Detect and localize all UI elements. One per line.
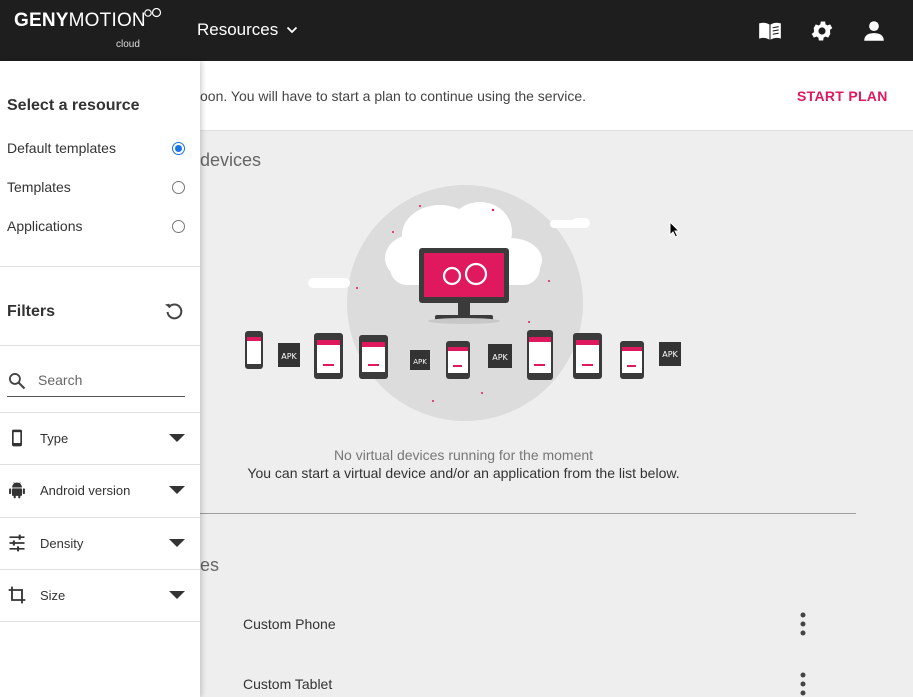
radio-button[interactable] <box>172 142 185 155</box>
logo-subtitle: cloud <box>116 39 140 50</box>
running-devices-title: devices <box>200 150 262 170</box>
crop-icon <box>8 586 26 604</box>
filter-label: Type <box>40 431 69 446</box>
logo-wordmark: GENYMOTION <box>14 10 146 31</box>
resources-menu-label: Resources <box>197 20 279 39</box>
reset-filters-icon[interactable] <box>163 300 185 322</box>
apk-file-label: APK <box>492 353 508 362</box>
filter-label: Density <box>40 536 84 551</box>
caret-down-icon <box>169 486 185 494</box>
sidebar-divider <box>0 621 200 622</box>
account-person-icon[interactable] <box>861 18 887 44</box>
radio-button[interactable] <box>172 220 185 233</box>
logo-oo-icon <box>144 8 162 18</box>
caret-down-icon <box>169 434 185 442</box>
apk-file-label: APK <box>413 358 427 366</box>
resource-option-templates[interactable]: Templates <box>7 177 187 199</box>
trial-banner: oon. You will have to start a plan to co… <box>200 61 913 131</box>
apk-file-label: APK <box>281 352 297 361</box>
tune-sliders-icon <box>9 534 25 552</box>
apk-file-label: APK <box>662 350 678 359</box>
search-field[interactable] <box>7 366 185 397</box>
caret-down-icon <box>169 591 185 599</box>
template-name: Custom Tablet <box>243 676 333 692</box>
template-row[interactable]: Custom Phone <box>200 604 856 644</box>
section-divider <box>200 513 856 514</box>
resource-option-default-templates[interactable]: Default templates <box>7 138 187 160</box>
sidebar-divider <box>0 345 200 346</box>
more-vert-icon[interactable] <box>797 610 809 638</box>
template-row[interactable]: Custom Tablet <box>200 664 856 697</box>
filter-type[interactable]: Type <box>0 413 200 465</box>
select-resource-heading: Select a resource <box>7 97 140 114</box>
banner-message: oon. You will have to start a plan to co… <box>200 88 587 104</box>
filter-size[interactable]: Size <box>0 570 200 622</box>
genymotion-logo[interactable]: GENYMOTION cloud <box>14 8 162 50</box>
top-bar: GENYMOTION cloud Resources <box>0 0 913 61</box>
caret-down-icon <box>169 539 185 547</box>
radio-button[interactable] <box>172 181 185 194</box>
resource-option-applications[interactable]: Applications <box>7 216 187 238</box>
resources-menu[interactable]: Resources <box>197 20 298 40</box>
filters-heading: Filters <box>7 303 56 320</box>
template-name: Custom Phone <box>243 616 336 632</box>
start-plan-button[interactable]: START PLAN <box>797 88 888 104</box>
no-devices-illustration: APK APK APK APK <box>245 185 681 421</box>
android-icon <box>9 482 25 499</box>
filter-label: Size <box>40 588 66 603</box>
more-vert-icon[interactable] <box>797 670 809 697</box>
search-input[interactable] <box>38 370 183 390</box>
filter-sidebar: Select a resource Default templates Temp… <box>0 61 200 697</box>
settings-gear-icon[interactable] <box>809 18 835 44</box>
filter-android-version[interactable]: Android version <box>0 465 200 517</box>
templates-title: es <box>200 555 220 575</box>
phone-icon <box>12 429 22 447</box>
resource-option-label: Applications <box>7 218 83 234</box>
filter-label: Android version <box>40 483 131 498</box>
filter-density[interactable]: Density <box>0 518 200 570</box>
resource-option-label: Templates <box>7 179 71 195</box>
chevron-down-icon <box>287 26 298 34</box>
mouse-cursor-icon <box>669 221 681 238</box>
search-icon <box>9 373 26 390</box>
sidebar-divider <box>0 266 200 267</box>
resource-option-label: Default templates <box>7 140 116 156</box>
docs-book-icon[interactable] <box>757 18 783 44</box>
